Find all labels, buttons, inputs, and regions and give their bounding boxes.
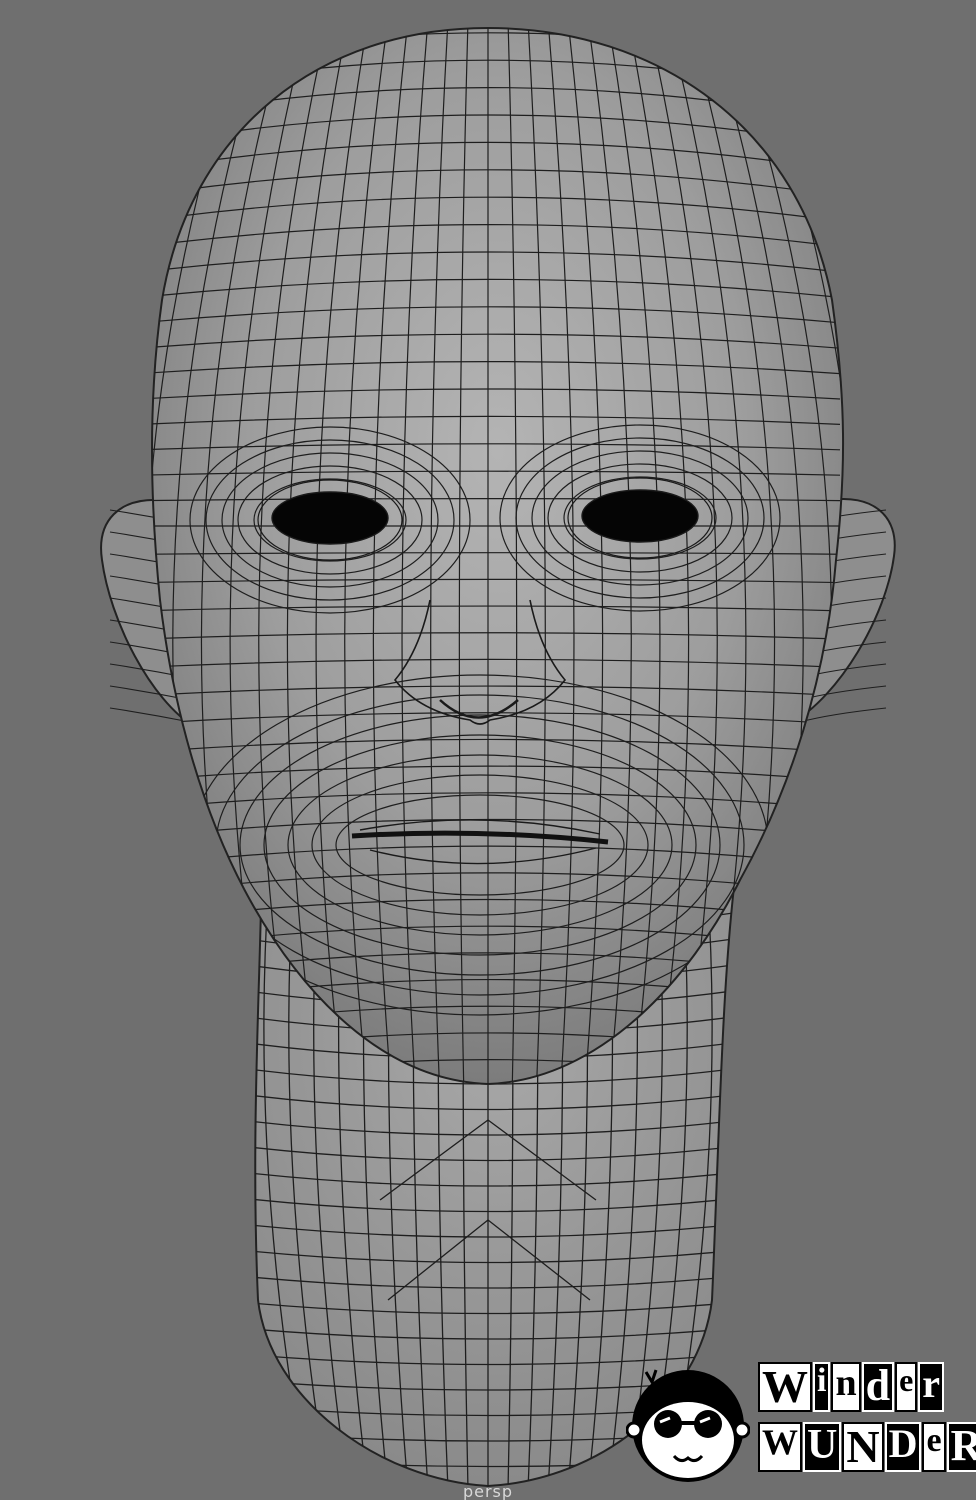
watermark-letter: W [758, 1422, 802, 1472]
head-wireframe-mesh[interactable] [0, 0, 976, 1500]
watermark-letter: i [813, 1362, 831, 1412]
3d-viewport[interactable]: persp Winder WUNDeR [0, 0, 976, 1500]
head [151, 26, 845, 1086]
left-eye [271, 491, 389, 545]
watermark-letter: W [758, 1362, 812, 1412]
watermark-letter: e [895, 1362, 918, 1412]
watermark-letter: n [831, 1362, 861, 1412]
cartoon-face-with-glasses-icon [626, 1369, 750, 1482]
watermark-letter: e [922, 1422, 946, 1472]
watermark-letter: r [918, 1362, 945, 1412]
right-eye [581, 489, 699, 543]
watermark-letter: D [884, 1422, 922, 1472]
watermark-letter: R [946, 1422, 976, 1472]
watermark-logo: Winder WUNDeR [626, 1356, 976, 1486]
watermark-letter: N [842, 1422, 884, 1472]
watermark-word-bottom: WUNDeR [758, 1422, 976, 1472]
watermark-letter: U [803, 1422, 842, 1472]
watermark-letter: d [861, 1362, 895, 1412]
watermark-word-top: Winder [758, 1362, 945, 1412]
